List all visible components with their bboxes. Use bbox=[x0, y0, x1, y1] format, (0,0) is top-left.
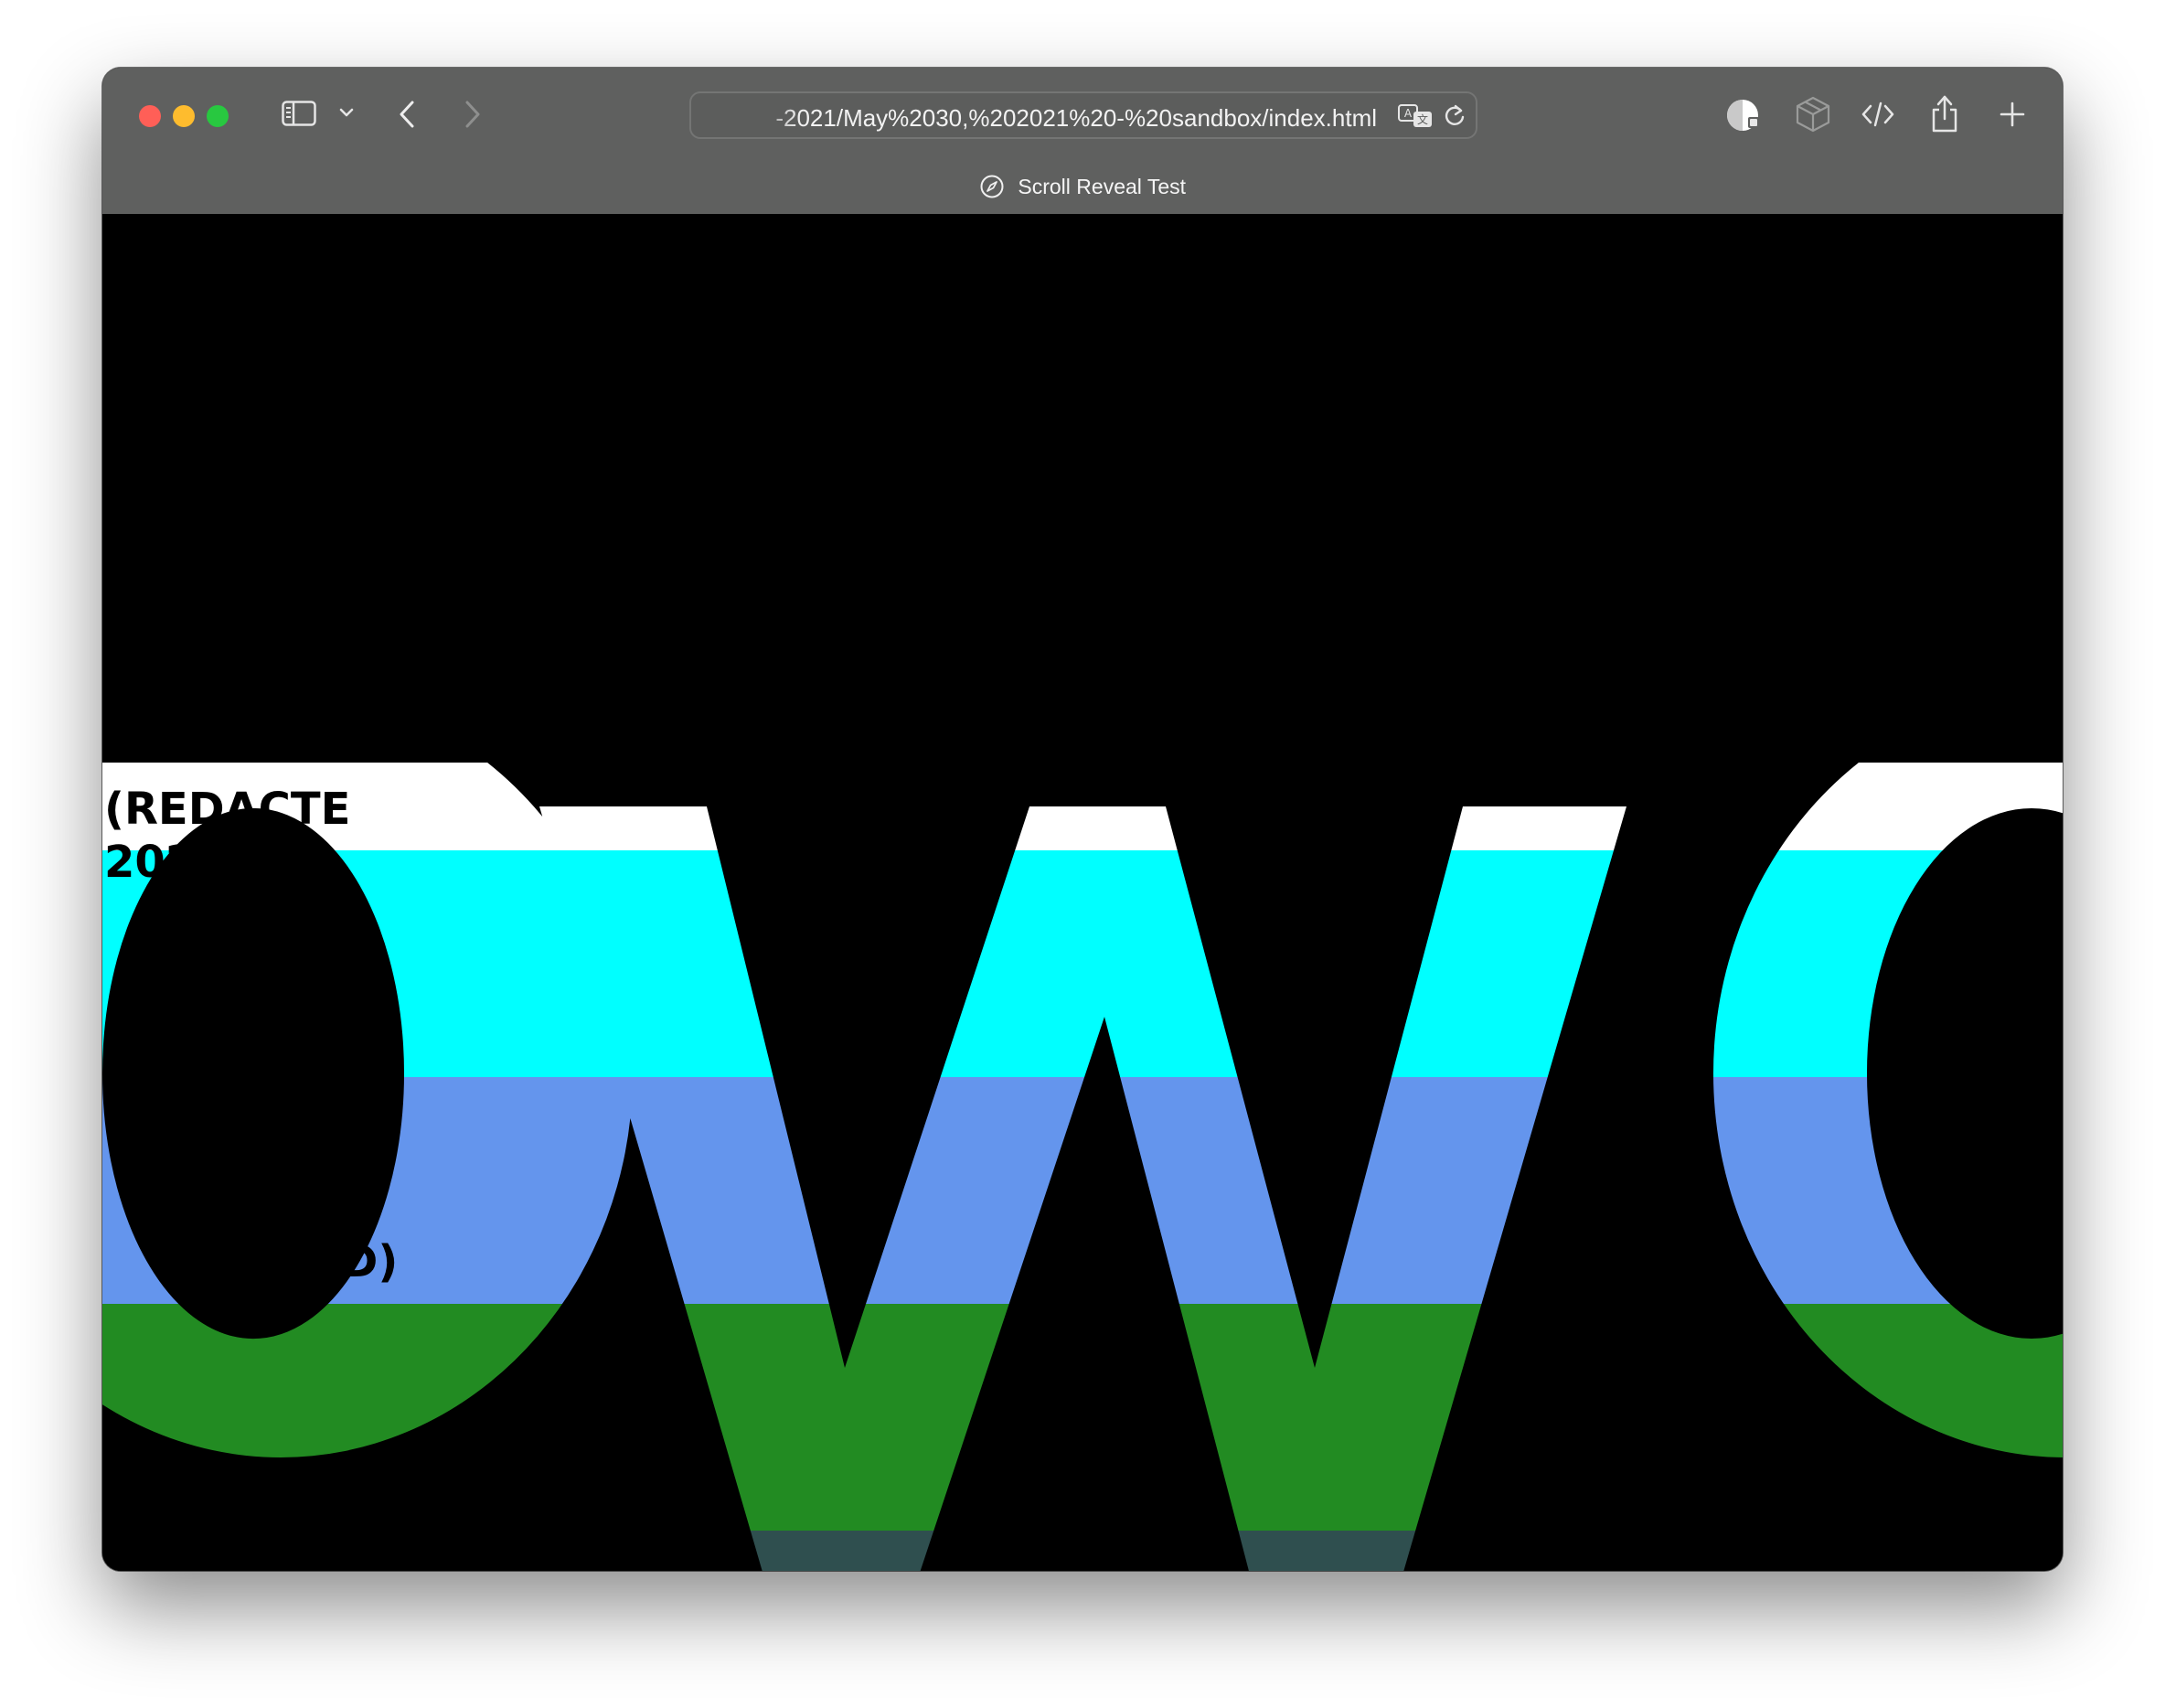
overlay-line-4: TED) bbox=[282, 1236, 399, 1287]
address-bar[interactable]: -2021/May%2030,%202021%20-%20sandbox/ind… bbox=[689, 91, 1477, 139]
overlay-line-3: n bbox=[289, 1010, 321, 1062]
sidebar-toggle-icon[interactable] bbox=[282, 101, 316, 126]
page-content: (REDACTE 2021 n TED) Buildw bbox=[102, 214, 2063, 1571]
heading-stripes bbox=[102, 763, 2063, 1571]
active-tab[interactable]: Scroll Reveal Test bbox=[102, 174, 2063, 210]
browser-window: -2021/May%2030,%202021%20-%20sandbox/ind… bbox=[102, 68, 2063, 1571]
url-text[interactable]: -2021/May%2030,%202021%20-%20sandbox/ind… bbox=[737, 104, 1377, 132]
privacy-report-icon[interactable] bbox=[1726, 97, 1763, 133]
stripe-white bbox=[102, 763, 2063, 850]
striped-heading bbox=[102, 763, 2063, 1571]
developer-code-icon[interactable] bbox=[1861, 101, 1894, 128]
compass-icon bbox=[980, 175, 1004, 198]
stripe-cyan bbox=[102, 850, 2063, 1077]
reload-icon[interactable] bbox=[1443, 102, 1466, 128]
zoom-window-button[interactable] bbox=[207, 105, 229, 127]
overlay-line-1: (REDACTE bbox=[104, 784, 351, 835]
tab-title: Scroll Reveal Test bbox=[1018, 175, 1187, 198]
stripe-forest-green bbox=[102, 1304, 2063, 1531]
chevron-down-icon[interactable] bbox=[338, 104, 355, 121]
share-icon[interactable] bbox=[1929, 93, 1960, 133]
extension-box-icon[interactable] bbox=[1794, 95, 1832, 133]
svg-text:文: 文 bbox=[1417, 112, 1428, 126]
forward-arrow-icon[interactable] bbox=[463, 99, 483, 130]
back-arrow-icon[interactable] bbox=[397, 99, 417, 130]
overlay-line-2: 2021 bbox=[104, 837, 227, 888]
svg-text:A: A bbox=[1404, 107, 1413, 120]
stripe-slate-gray bbox=[102, 1531, 2063, 1571]
translate-icon[interactable]: A 文 bbox=[1397, 102, 1434, 130]
new-tab-plus-icon[interactable] bbox=[1999, 101, 2026, 128]
url-fade bbox=[737, 99, 801, 135]
close-window-button[interactable] bbox=[139, 105, 161, 127]
overlay-line-5: Buildw bbox=[104, 1469, 272, 1521]
browser-toolbar: -2021/May%2030,%202021%20-%20sandbox/ind… bbox=[102, 68, 2063, 214]
minimize-window-button[interactable] bbox=[173, 105, 195, 127]
